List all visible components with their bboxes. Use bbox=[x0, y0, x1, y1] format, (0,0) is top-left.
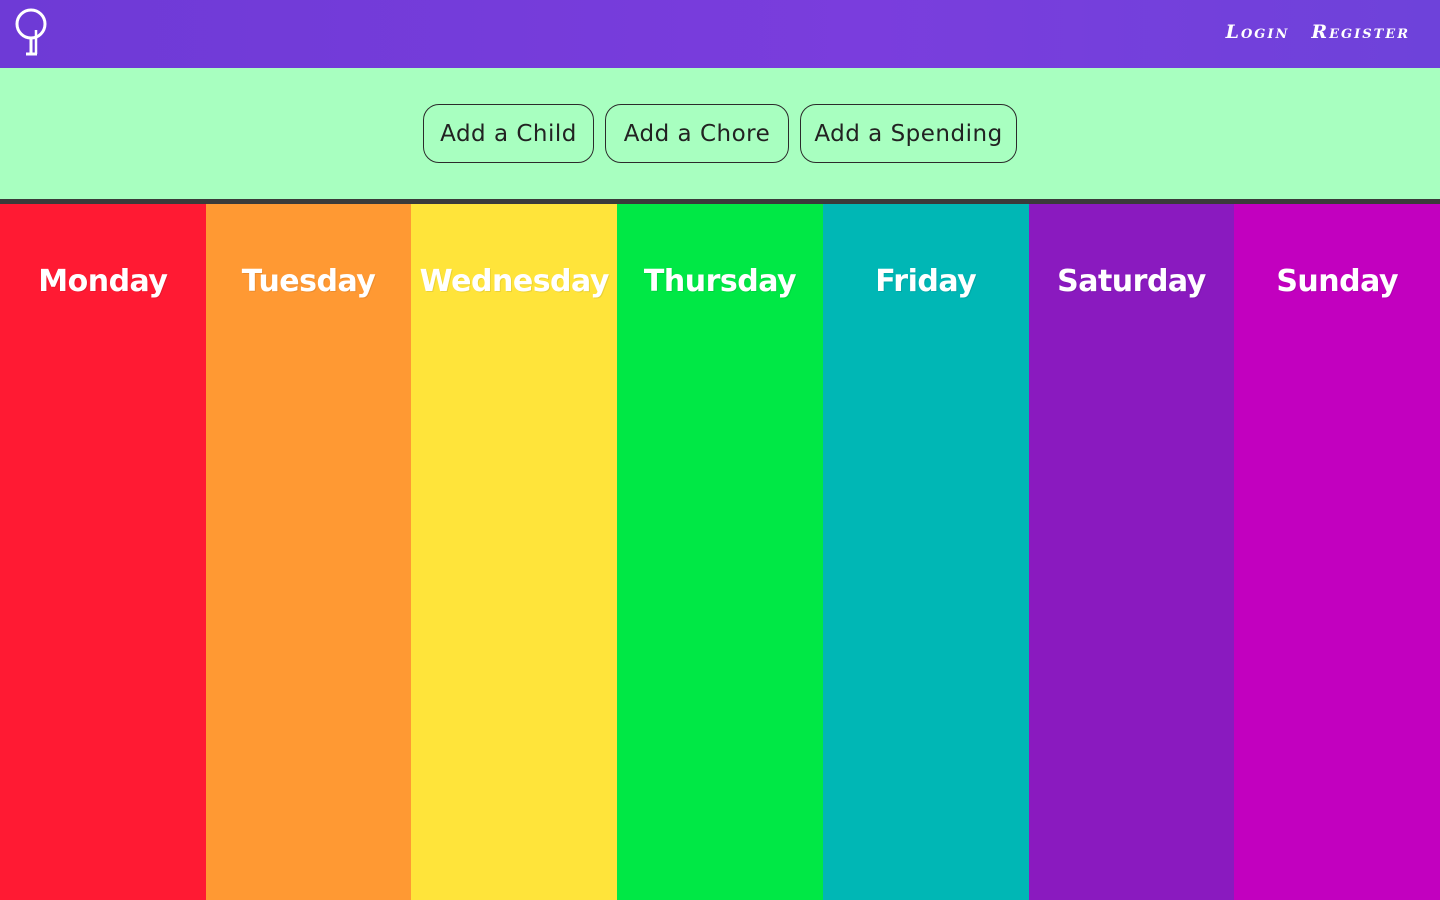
top-navbar: Login Register bbox=[0, 0, 1440, 68]
day-column-monday: Monday bbox=[0, 204, 206, 900]
day-title: Wednesday bbox=[419, 264, 610, 299]
add-child-button[interactable]: Add a Child bbox=[423, 104, 594, 163]
register-link[interactable]: Register bbox=[1311, 21, 1410, 43]
day-title: Monday bbox=[38, 264, 168, 299]
auth-links: Login Register bbox=[1226, 18, 1410, 46]
day-title: Sunday bbox=[1276, 264, 1399, 299]
add-chore-button[interactable]: Add a Chore bbox=[605, 104, 789, 163]
day-title: Thursday bbox=[643, 264, 797, 299]
day-column-tuesday: Tuesday bbox=[205, 204, 412, 900]
day-title: Friday bbox=[875, 264, 977, 299]
day-title: Tuesday bbox=[241, 264, 376, 299]
week-board: Monday Tuesday Wednesday Thursday Friday… bbox=[0, 204, 1440, 900]
day-column-sunday: Sunday bbox=[1234, 204, 1440, 900]
stick-figure-logo-icon[interactable] bbox=[12, 6, 52, 58]
day-column-wednesday: Wednesday bbox=[411, 204, 618, 900]
day-title: Saturday bbox=[1057, 264, 1206, 299]
day-column-friday: Friday bbox=[822, 204, 1029, 900]
add-spending-button[interactable]: Add a Spending bbox=[800, 104, 1017, 163]
login-link[interactable]: Login bbox=[1226, 21, 1290, 43]
action-bar: Add a Child Add a Chore Add a Spending bbox=[0, 68, 1440, 199]
day-column-saturday: Saturday bbox=[1028, 204, 1235, 900]
day-column-thursday: Thursday bbox=[617, 204, 823, 900]
